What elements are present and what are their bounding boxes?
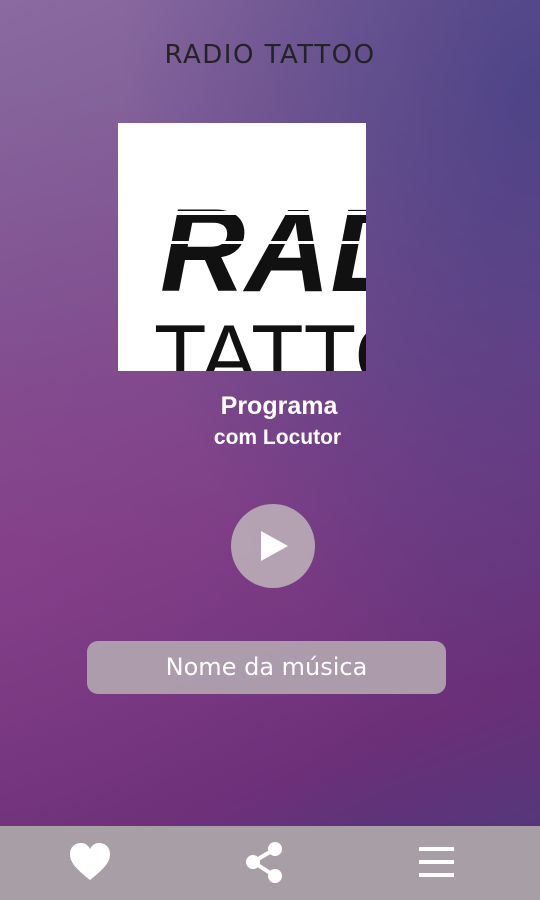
program-host: com Locutor	[213, 426, 342, 449]
logo-cut-2	[118, 241, 366, 244]
play-button[interactable]	[231, 504, 315, 588]
app-title: RADIO TATTOO	[164, 40, 376, 70]
heart-icon	[70, 843, 110, 880]
song-name: Nome da música	[87, 641, 446, 694]
favorite-button[interactable]	[67, 840, 113, 886]
station-logo-art: RADIO TATTOO	[118, 185, 366, 371]
logo-line-1: RADIO	[160, 185, 366, 317]
logo-line-2: TATTOO	[154, 308, 366, 371]
bottom-navigation	[0, 826, 540, 900]
station-logo: RADIO TATTOO	[118, 123, 366, 371]
share-button[interactable]	[242, 840, 288, 886]
play-icon	[261, 531, 288, 561]
logo-cut-1	[118, 211, 366, 215]
program-title: Programa	[220, 392, 338, 420]
menu-button[interactable]	[413, 840, 459, 886]
share-icon	[246, 842, 282, 883]
menu-icon	[419, 847, 454, 877]
